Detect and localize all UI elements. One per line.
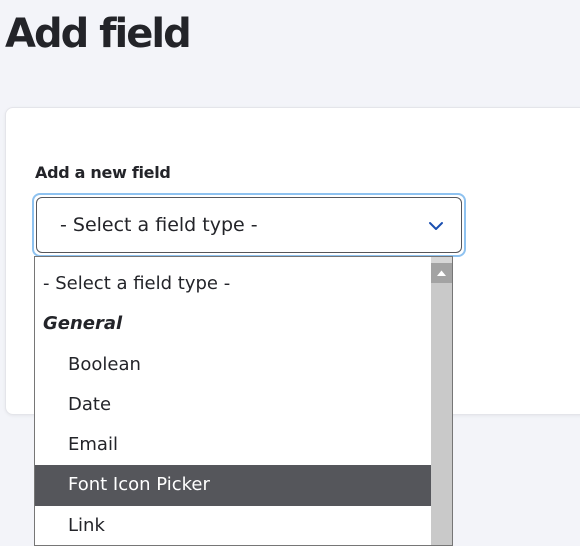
scroll-up-button[interactable] [431, 263, 452, 283]
chevron-down-icon[interactable] [427, 217, 445, 235]
option-date[interactable]: Date [35, 385, 431, 425]
optgroup-general: General [43, 313, 123, 335]
option-font-icon-picker[interactable]: Font Icon Picker [35, 465, 431, 506]
dropdown-scrollbar[interactable] [431, 257, 452, 545]
dropdown-options: - Select a field type - General Boolean … [35, 264, 431, 545]
field-type-label: Add a new field [35, 163, 171, 182]
option-email[interactable]: Email [35, 425, 431, 465]
scrollbar-thumb[interactable] [431, 283, 452, 545]
select-value: - Select a field type - [60, 214, 258, 236]
option-placeholder[interactable]: - Select a field type - [35, 264, 431, 304]
chevron-up-icon [437, 270, 446, 276]
option-boolean[interactable]: Boolean [35, 345, 431, 385]
field-type-select-inner[interactable]: - Select a field type - [36, 197, 462, 253]
field-type-dropdown-list[interactable]: - Select a field type - General Boolean … [34, 256, 453, 546]
page-title: Add field [5, 11, 192, 57]
field-type-select[interactable]: - Select a field type - [32, 193, 466, 257]
option-link[interactable]: Link [35, 506, 431, 545]
